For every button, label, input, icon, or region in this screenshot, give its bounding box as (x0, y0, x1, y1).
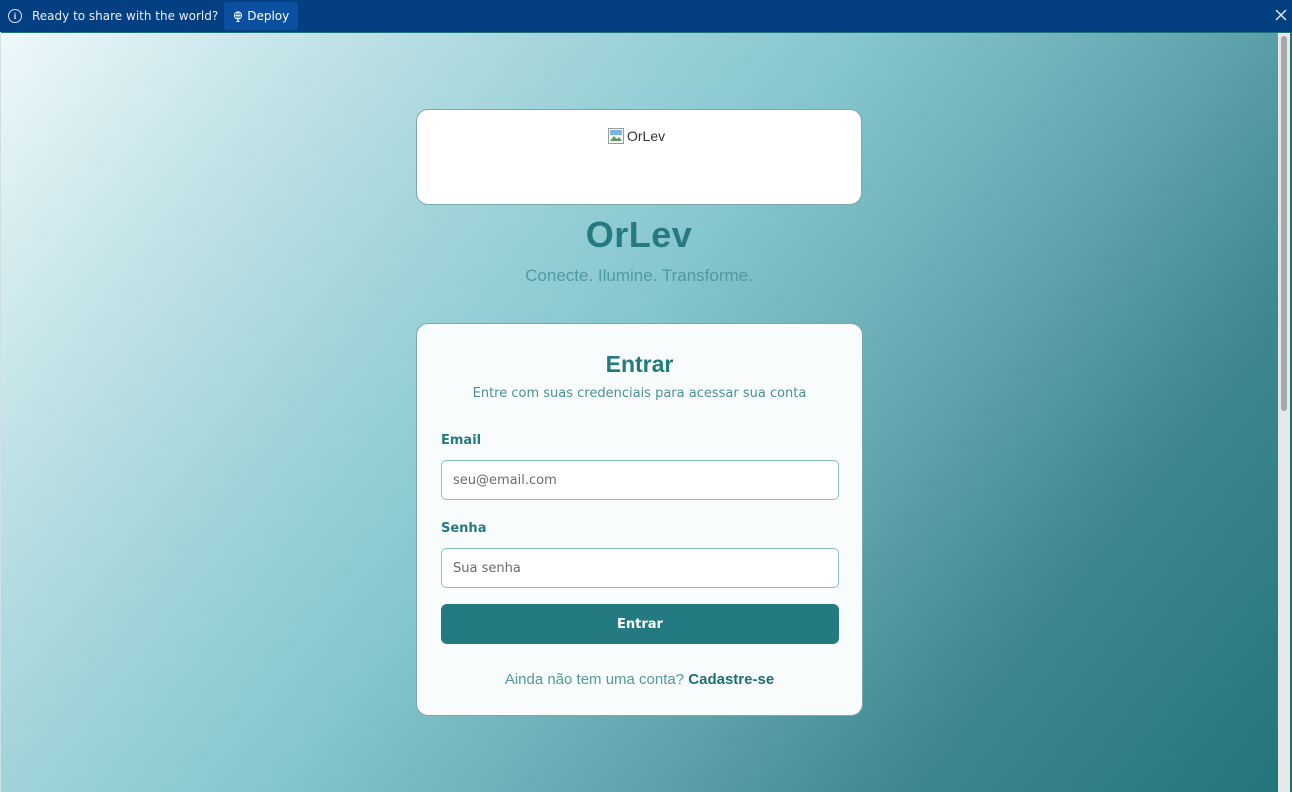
deploy-button[interactable]: Deploy (224, 2, 299, 30)
signup-link[interactable]: Cadastre-se (688, 671, 774, 688)
password-field[interactable] (441, 548, 839, 588)
login-title: Entrar (605, 351, 674, 377)
login-card: Entrar Entre com suas credenciais para a… (416, 323, 863, 716)
brand-tagline: Conecte. Ilumine. Transforme. (525, 266, 753, 285)
email-field[interactable] (441, 460, 839, 500)
broken-image-icon (608, 128, 624, 144)
info-icon: i (8, 9, 22, 23)
logo-alt-text: OrLev (627, 128, 666, 144)
password-label: Senha (441, 521, 487, 536)
vertical-scrollbar[interactable] (1278, 33, 1290, 792)
deploy-label: Deploy (247, 9, 290, 23)
scrollbar-thumb[interactable] (1281, 36, 1287, 411)
email-label: Email (441, 433, 482, 448)
globe-icon (234, 10, 243, 22)
signup-prompt: Ainda não tem uma conta? (504, 671, 685, 688)
close-icon[interactable] (1274, 8, 1288, 22)
login-button[interactable]: Entrar (441, 604, 839, 644)
brand-title: OrLev (585, 214, 693, 255)
signup-row: Ainda não tem uma conta? Cadastre-se (417, 671, 862, 688)
logo-image: OrLev (608, 128, 665, 144)
login-subtitle: Entre com suas credenciais para acessar … (472, 386, 807, 401)
logo-card: OrLev (416, 109, 862, 205)
deploy-banner: i Ready to share with the world? Deploy (0, 0, 1292, 32)
banner-message: Ready to share with the world? (32, 9, 219, 23)
